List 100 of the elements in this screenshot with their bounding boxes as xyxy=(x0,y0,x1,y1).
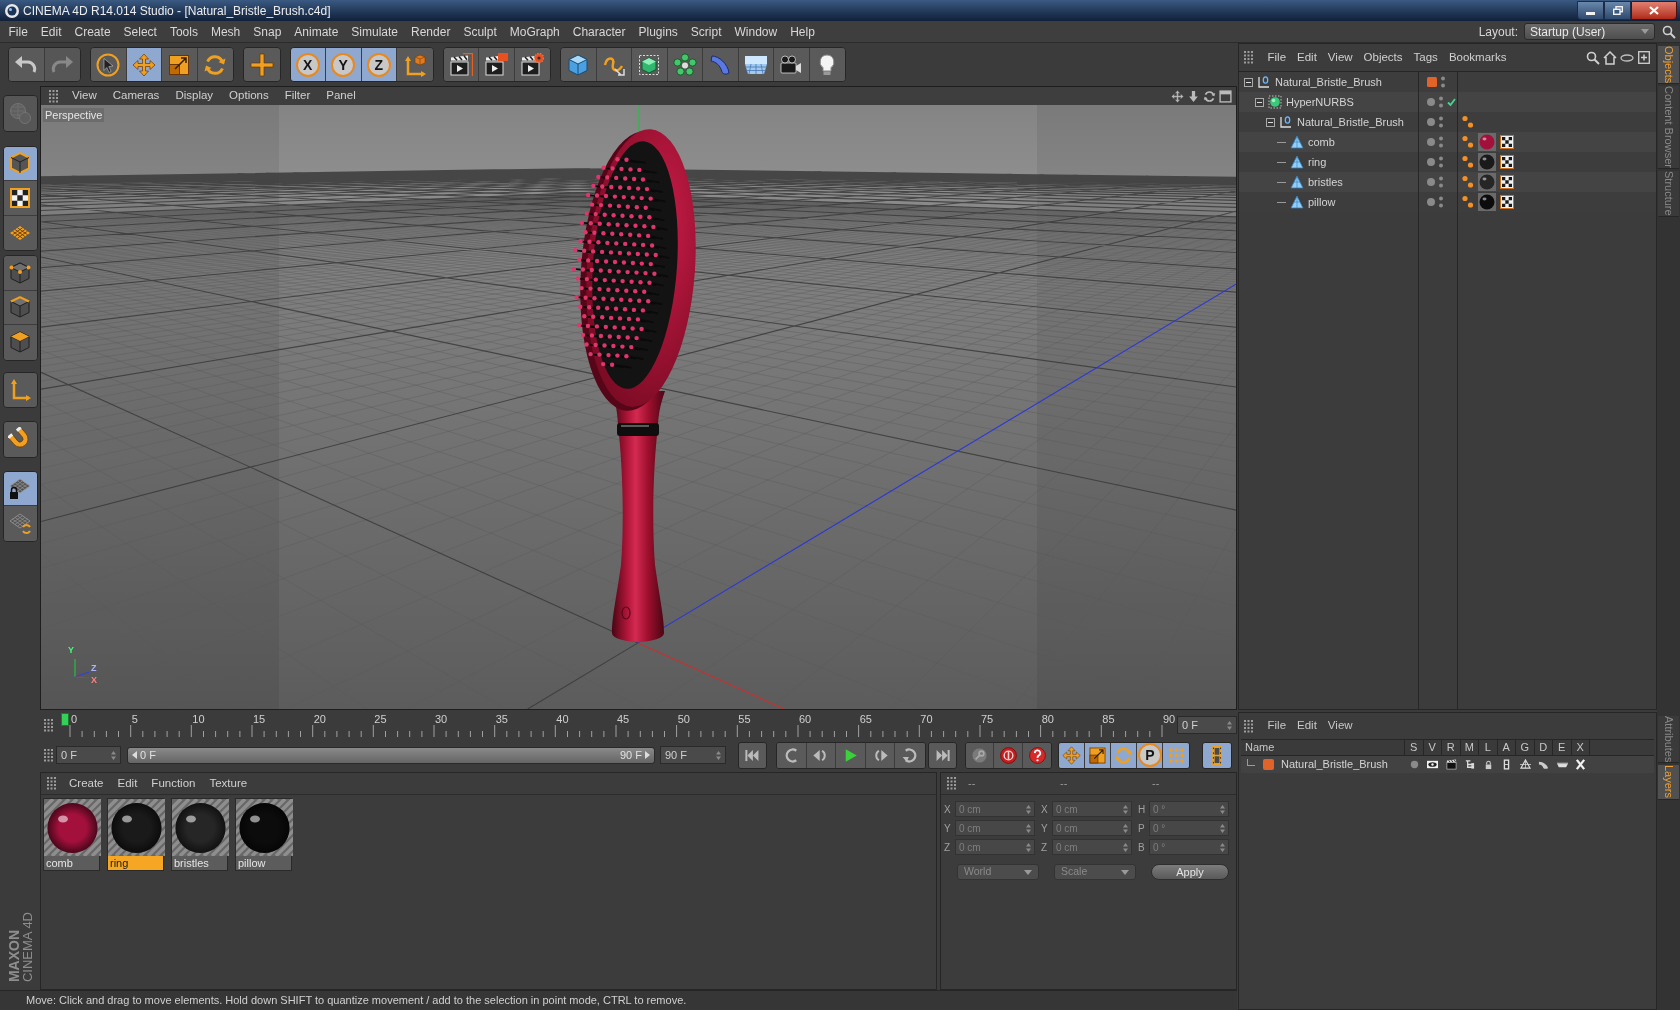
menu-item[interactable]: Function xyxy=(144,774,203,793)
menu-item[interactable]: Script xyxy=(684,22,728,41)
menu-item[interactable]: Tools xyxy=(163,22,205,41)
play-button[interactable] xyxy=(836,742,866,768)
menu-item[interactable]: Panel xyxy=(318,87,364,105)
object-name[interactable]: comb xyxy=(1308,133,1335,151)
layer-color-icon[interactable] xyxy=(1427,77,1437,87)
apply-button[interactable]: Apply xyxy=(1151,864,1229,880)
stacked-dots-icon[interactable] xyxy=(1439,176,1443,188)
render-picture-button[interactable] xyxy=(479,48,515,81)
menu-item[interactable]: Mesh xyxy=(204,22,247,41)
panel-tab[interactable]: Layers xyxy=(1658,765,1679,800)
frame-field[interactable]: 0 F xyxy=(1177,716,1237,734)
next-key-button[interactable] xyxy=(895,742,925,768)
object-name[interactable]: bristles xyxy=(1308,173,1343,191)
polygons-mode-button[interactable] xyxy=(3,325,37,360)
menu-item[interactable]: Create xyxy=(68,22,118,41)
frame-field[interactable]: 0 F xyxy=(56,746,121,764)
go-to-start-button[interactable] xyxy=(739,742,766,768)
stacked-dots-icon[interactable] xyxy=(1439,96,1443,108)
menu-item[interactable]: Select xyxy=(117,22,164,41)
axis-lock-button[interactable]: Z xyxy=(361,48,397,81)
camera-button[interactable] xyxy=(774,48,810,81)
menu-item[interactable]: Bookmarks xyxy=(1443,48,1512,67)
collapse-box-icon[interactable] xyxy=(1255,97,1264,107)
menu-item[interactable]: MoGraph xyxy=(503,22,567,41)
menu-item[interactable]: View xyxy=(1322,717,1359,735)
down-arrow-icon[interactable] xyxy=(1187,89,1200,103)
environment-button[interactable] xyxy=(738,48,774,81)
menu-item[interactable]: Create xyxy=(62,774,111,793)
object-name[interactable]: Natural_Bristle_Brush xyxy=(1275,73,1382,91)
record-keys-button[interactable] xyxy=(965,742,995,768)
spinner-arrows-icon[interactable] xyxy=(1123,842,1128,852)
column-header[interactable]: G xyxy=(1516,740,1535,755)
stacked-dots-icon[interactable] xyxy=(1439,136,1443,148)
next-frame-button[interactable] xyxy=(865,742,896,768)
texture-mode-button[interactable] xyxy=(3,181,37,216)
pan-arrows-icon[interactable] xyxy=(1171,89,1184,103)
dot-icon[interactable] xyxy=(1427,118,1435,126)
timeline-window-button[interactable] xyxy=(1203,742,1232,768)
collapse-box-icon[interactable] xyxy=(1266,117,1275,127)
stacked-dots-icon[interactable] xyxy=(1441,76,1445,88)
close-button[interactable] xyxy=(1631,1,1677,20)
spinner-arrows-icon[interactable] xyxy=(1123,823,1128,833)
column-header[interactable]: V xyxy=(1423,740,1442,755)
menu-item[interactable]: Animate xyxy=(287,22,345,41)
playhead[interactable] xyxy=(61,713,69,726)
autokey-button[interactable] xyxy=(994,742,1023,768)
snapping-button[interactable] xyxy=(3,422,37,457)
menu-item[interactable]: Snap xyxy=(246,22,288,41)
add-panel-icon[interactable] xyxy=(1638,51,1650,64)
frame-field[interactable]: 90 F xyxy=(660,746,726,764)
menu-item[interactable]: View xyxy=(64,87,105,105)
object-name[interactable]: HyperNURBS xyxy=(1286,93,1354,111)
menu-item[interactable]: Edit xyxy=(1291,48,1323,67)
stacked-dots-icon[interactable] xyxy=(1439,116,1443,128)
spinner-arrows-icon[interactable] xyxy=(716,750,721,760)
column-header[interactable]: A xyxy=(1497,740,1516,755)
menu-item[interactable]: Simulate xyxy=(344,22,405,41)
material-swatch[interactable]: ring xyxy=(107,798,164,871)
layout-dropdown[interactable]: Startup (User) xyxy=(1524,23,1655,40)
menu-item[interactable]: Texture xyxy=(202,774,255,793)
spinner-arrows-icon[interactable] xyxy=(1123,804,1128,814)
coordinate-system-button[interactable] xyxy=(397,48,433,81)
point-level-button[interactable] xyxy=(1163,742,1190,768)
hierarchy-icon[interactable] xyxy=(1463,759,1477,770)
rotate-tool-button[interactable] xyxy=(197,48,233,81)
previous-key-button[interactable] xyxy=(777,742,807,768)
cloner-button[interactable] xyxy=(667,48,703,81)
go-to-end-button[interactable] xyxy=(928,742,956,768)
workplane-mode-button[interactable] xyxy=(3,215,37,250)
spinner-arrows-icon[interactable] xyxy=(1026,842,1031,852)
grip-icon[interactable] xyxy=(47,777,56,790)
eye-icon[interactable] xyxy=(1426,759,1440,770)
menu-item[interactable]: Options xyxy=(221,87,277,105)
axis-lock-button[interactable]: Y xyxy=(326,48,362,81)
undo-button[interactable] xyxy=(9,48,45,81)
locked-workplane-button[interactable] xyxy=(3,471,37,506)
dot-icon[interactable] xyxy=(1427,198,1435,206)
edges-mode-button[interactable] xyxy=(3,290,37,325)
panel-tab[interactable]: Objects xyxy=(1658,46,1679,85)
dot-icon[interactable] xyxy=(1427,138,1435,146)
search-icon[interactable] xyxy=(1662,24,1676,39)
scale-tool-button[interactable] xyxy=(162,48,198,81)
material-swatch[interactable]: comb xyxy=(43,798,100,871)
previous-frame-button[interactable] xyxy=(806,742,837,768)
grip-icon[interactable] xyxy=(947,777,956,790)
light-button[interactable] xyxy=(809,48,845,81)
dot-icon[interactable] xyxy=(1427,178,1435,186)
menu-item[interactable]: Sculpt xyxy=(456,22,504,41)
column-header[interactable]: L xyxy=(1479,740,1498,755)
menu-item[interactable]: Cameras xyxy=(104,87,168,105)
dot-icon[interactable] xyxy=(1427,98,1435,106)
menu-item[interactable]: Filter xyxy=(276,87,319,105)
maximize-view-icon[interactable] xyxy=(1219,89,1232,103)
search-icon[interactable] xyxy=(1586,50,1600,65)
menu-item[interactable]: File xyxy=(1262,717,1292,735)
key-selection-button[interactable] xyxy=(1022,742,1052,768)
material-swatch[interactable]: pillow xyxy=(235,798,292,871)
planar-workplane-button[interactable] xyxy=(3,506,37,541)
